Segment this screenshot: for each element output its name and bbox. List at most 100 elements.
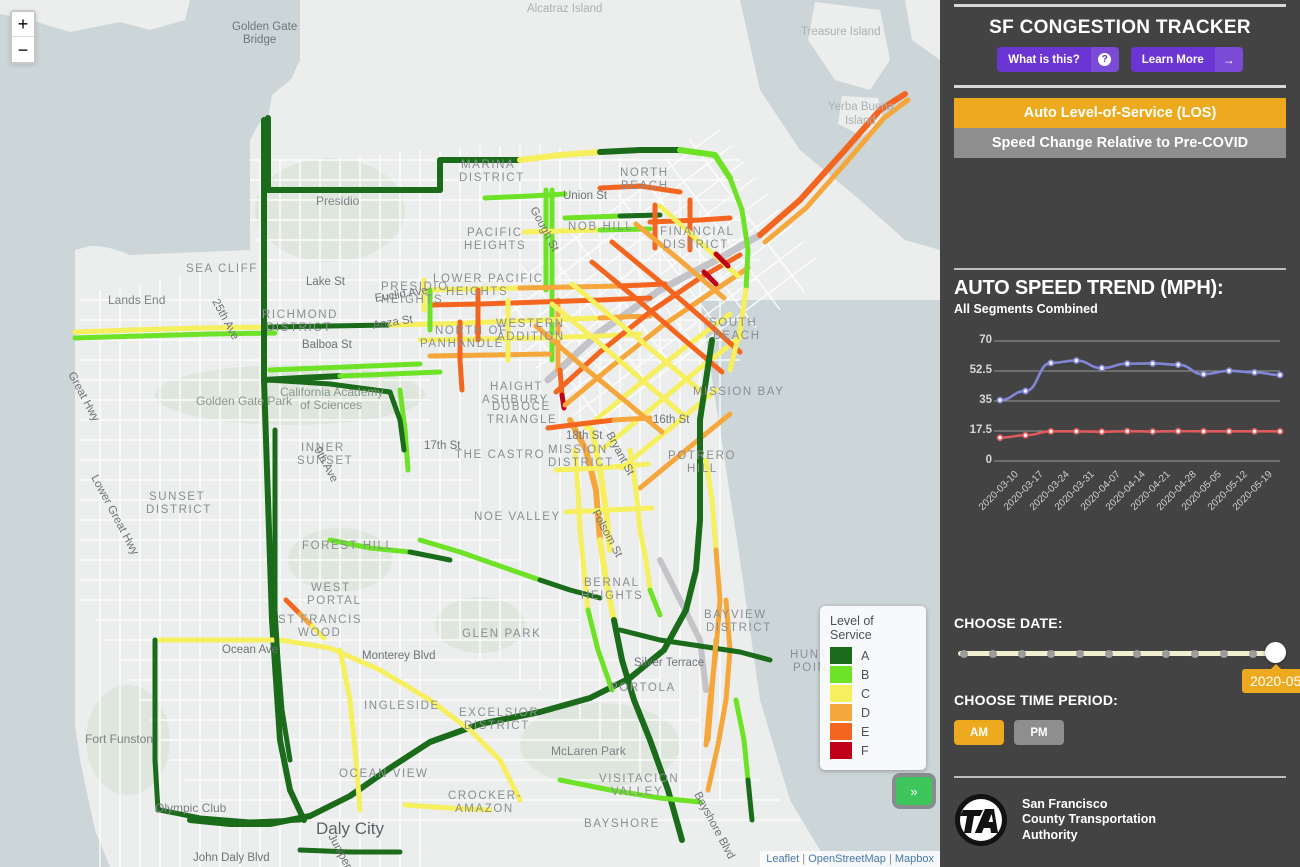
slider-tick[interactable] — [1220, 649, 1229, 658]
chart-data-point[interactable] — [1072, 357, 1080, 364]
time-period-buttons: AM PM — [954, 720, 1118, 745]
selected-date-bubble: 2020-05-19 — [1242, 664, 1300, 693]
legend-item-d: D — [830, 703, 916, 722]
what-is-this-label: What is this? — [1008, 53, 1080, 66]
chart-data-point[interactable] — [1225, 427, 1233, 435]
help-icon: ? — [1090, 47, 1119, 72]
chart-data-point[interactable] — [1047, 359, 1055, 367]
chart-data-point[interactable] — [1047, 427, 1055, 435]
legend-rows: ABCDEF — [830, 646, 916, 760]
attribution-mapbox-link[interactable]: Mapbox — [895, 853, 934, 865]
map-canvas[interactable]: .land { fill:#eceded; } .park { fill:#df… — [0, 0, 940, 867]
cta-row: What is this? ? Learn More → — [954, 47, 1286, 81]
chart-data-point[interactable] — [1022, 431, 1029, 439]
divider-above-chart — [954, 268, 1286, 270]
chart-series-line-0 — [998, 359, 1282, 402]
legend-label: C — [861, 686, 871, 701]
time-period-am-button[interactable]: AM — [954, 720, 1004, 745]
speed-trend-chart[interactable]: 70 52.5 35 17.5 0 2020-03-10 2020-03-17 2020-03… — [954, 333, 1286, 523]
legend-item-a: A — [830, 646, 916, 665]
chart-data-point[interactable] — [1123, 360, 1131, 368]
slider-tick[interactable] — [1017, 649, 1026, 658]
attribution-sep-2: | — [888, 853, 892, 865]
zoom-control[interactable]: + − — [10, 10, 36, 64]
legend-label: D — [861, 705, 871, 720]
legend-label: F — [861, 743, 869, 758]
chart-subtitle: All Segments Combined — [954, 302, 1098, 316]
chart-data-point[interactable] — [1200, 370, 1208, 378]
sidebar-panel: SF CONGESTION TRACKER What is this? ? Le… — [940, 0, 1300, 867]
map-graphics: .land { fill:#eceded; } .park { fill:#df… — [0, 0, 940, 867]
chart-data-point[interactable] — [1098, 428, 1106, 436]
legend-label: A — [861, 648, 870, 663]
agency-footer: San Francisco County Transportation Auth… — [954, 793, 1156, 847]
legend-swatch — [830, 723, 852, 740]
chart-data-point[interactable] — [1225, 367, 1233, 375]
choose-time-label: CHOOSE TIME PERIOD: — [954, 692, 1119, 708]
slider-track[interactable] — [958, 651, 1280, 656]
slider-tick[interactable] — [988, 649, 997, 658]
divider-footer — [954, 776, 1286, 778]
chart-data-point[interactable] — [1149, 428, 1157, 435]
legend-swatch — [830, 685, 852, 702]
what-is-this-button[interactable]: What is this? ? — [997, 47, 1119, 72]
attribution-osm-link[interactable]: OpenStreetMap — [808, 853, 886, 865]
chart-data-point[interactable] — [1200, 427, 1208, 435]
legend-swatch — [830, 742, 852, 759]
chart-data-point[interactable] — [1123, 427, 1131, 435]
slider-tick[interactable] — [1249, 649, 1258, 658]
slider-tick[interactable] — [1133, 649, 1142, 658]
zoom-in-button[interactable]: + — [12, 12, 34, 37]
learn-more-label: Learn More — [1141, 53, 1204, 66]
slider-tick[interactable] — [1075, 649, 1084, 658]
expand-panel-button[interactable]: » — [896, 777, 932, 805]
zoom-out-button[interactable]: − — [12, 37, 34, 62]
chart-data-point[interactable] — [1072, 427, 1080, 435]
mode-button-0[interactable]: Auto Level-of-Service (LOS) — [954, 98, 1286, 128]
slider-tick[interactable] — [960, 649, 968, 658]
date-slider[interactable]: 2020-05-19 — [954, 642, 1300, 693]
agency-line-1: San Francisco — [1022, 796, 1108, 811]
legend-swatch — [830, 647, 852, 664]
slider-handle[interactable] — [1265, 642, 1286, 663]
app-root: .land { fill:#eceded; } .park { fill:#df… — [0, 0, 1300, 867]
legend-item-f: F — [830, 741, 916, 760]
map-attribution: Leaflet | OpenStreetMap | Mapbox — [760, 851, 940, 867]
chart-data-point[interactable] — [1022, 387, 1029, 395]
time-period-block: CHOOSE TIME PERIOD: AM PM — [954, 692, 1118, 745]
chart-data-point[interactable] — [1276, 427, 1284, 435]
chart-data-point[interactable] — [1149, 360, 1157, 367]
agency-name: San Francisco County Transportation Auth… — [1022, 797, 1156, 844]
legend-item-e: E — [830, 722, 916, 741]
chart-data-point[interactable] — [1276, 371, 1284, 379]
legend-label: B — [861, 667, 870, 682]
legend-swatch — [830, 666, 852, 683]
attribution-leaflet-link[interactable]: Leaflet — [766, 853, 799, 865]
divider-top — [954, 4, 1286, 7]
date-control-block: CHOOSE DATE: 2020-05-19 — [954, 615, 1300, 693]
learn-more-button[interactable]: Learn More → — [1130, 47, 1243, 72]
sfcta-logo-icon — [955, 794, 1007, 846]
legend-label: E — [861, 724, 870, 739]
slider-tick[interactable] — [1046, 649, 1055, 658]
chart-data-point[interactable] — [996, 434, 1004, 442]
slider-tick[interactable] — [1191, 649, 1200, 658]
chart-data-point[interactable] — [1098, 364, 1106, 372]
arrow-right-icon: → — [1214, 47, 1243, 72]
chart-data-point[interactable] — [996, 396, 1004, 404]
time-period-pm-button[interactable]: PM — [1014, 720, 1064, 745]
slider-tick[interactable] — [1104, 649, 1113, 658]
mode-toggle-group: Auto Level-of-Service (LOS) Speed Change … — [954, 98, 1286, 158]
chart-data-point[interactable] — [1174, 361, 1182, 369]
divider-under-cta — [954, 85, 1286, 88]
attribution-sep-1: | — [802, 853, 806, 865]
legend-swatch — [830, 704, 852, 721]
chart-data-point[interactable] — [1251, 368, 1258, 376]
legend-title: Level of Service — [830, 614, 874, 642]
chart-block: AUTO SPEED TREND (MPH): All Segments Com… — [954, 268, 1286, 523]
chart-data-point[interactable] — [1174, 427, 1182, 435]
slider-tick[interactable] — [1162, 649, 1171, 658]
chart-data-point[interactable] — [1251, 427, 1258, 435]
mode-button-1[interactable]: Speed Change Relative to Pre-COVID — [954, 128, 1286, 158]
agency-line-2: County Transportation — [1022, 812, 1157, 827]
